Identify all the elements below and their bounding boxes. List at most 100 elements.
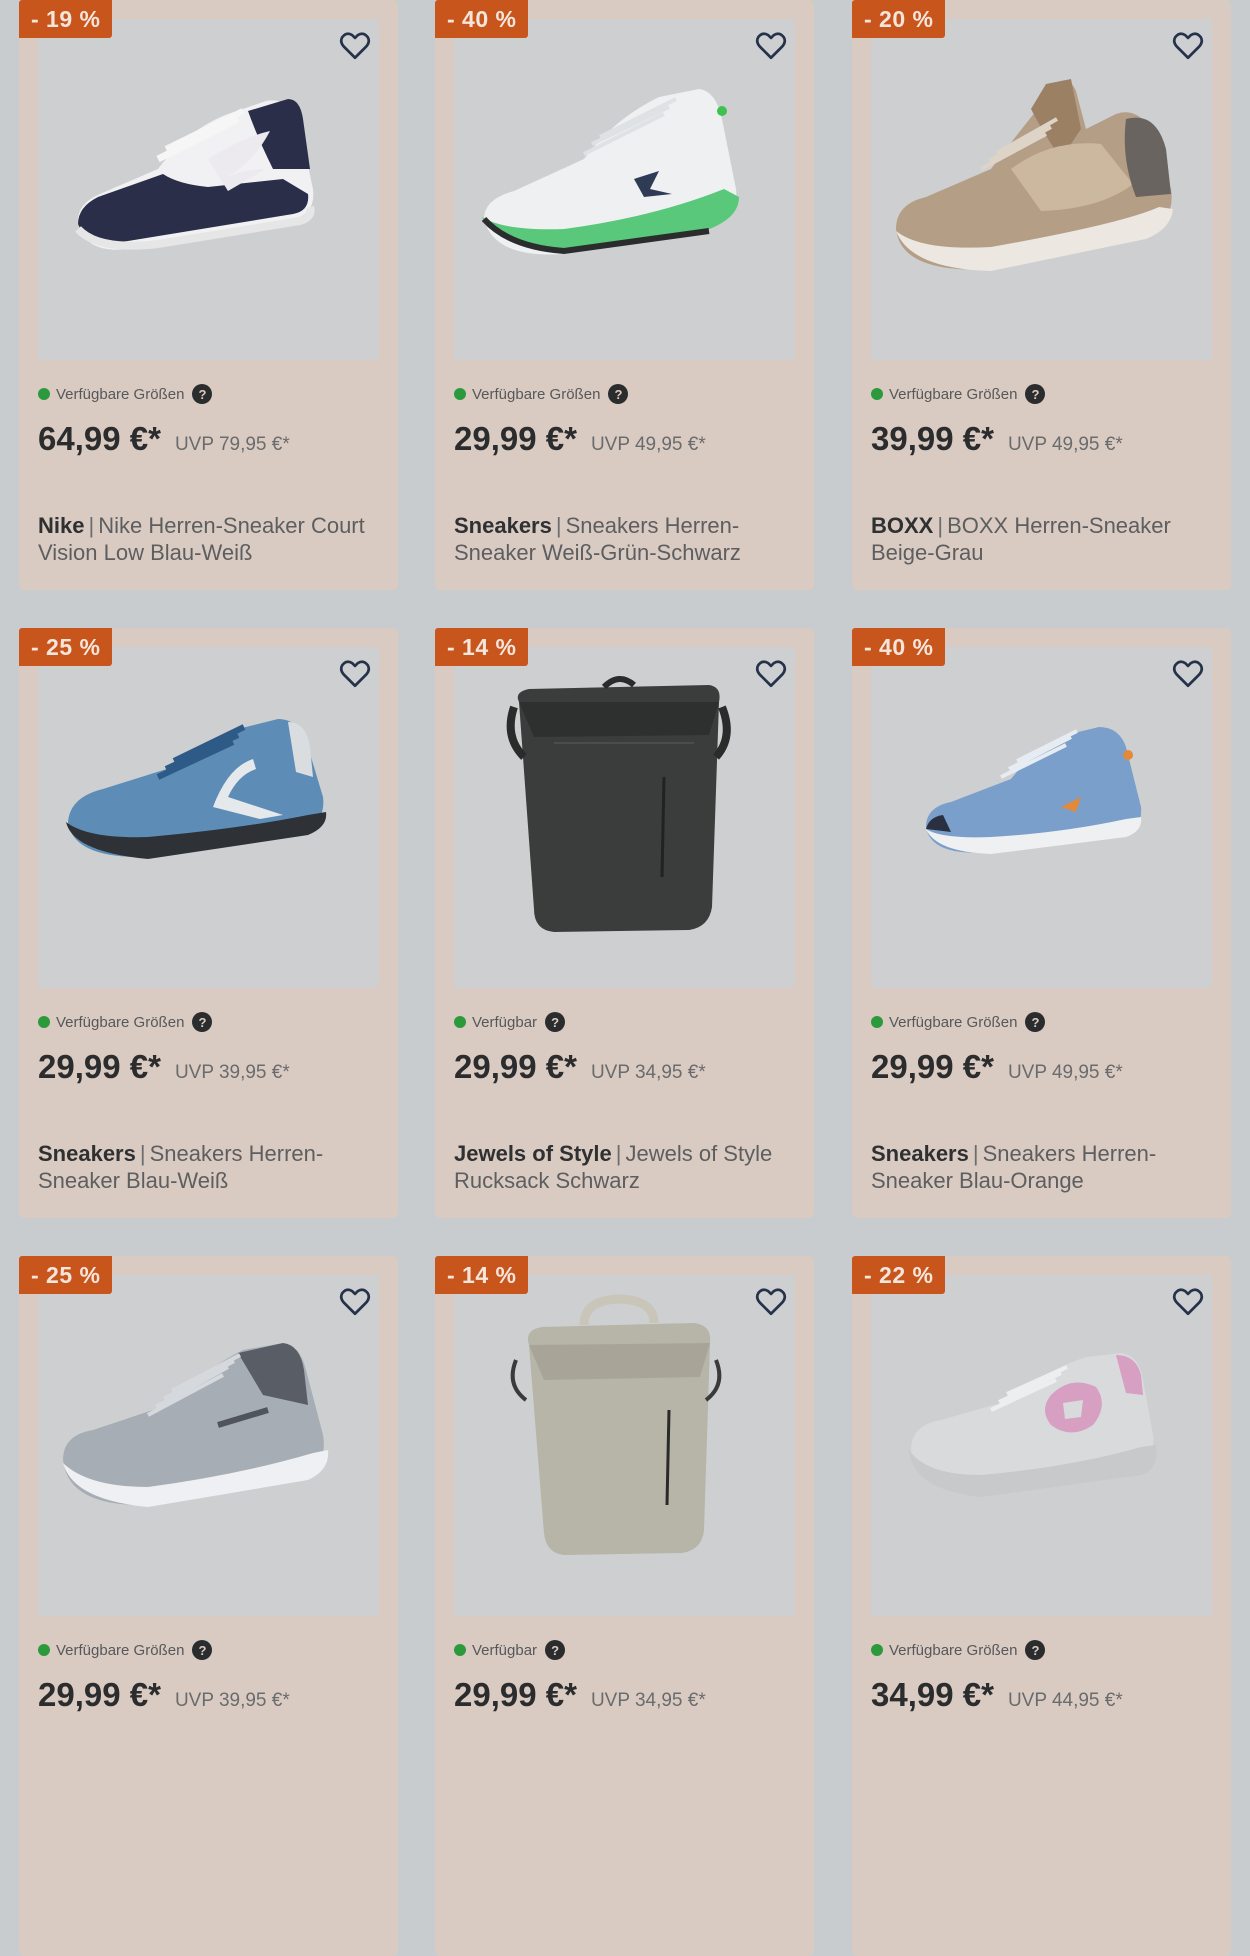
availability-status: Verfügbare Größen ?: [38, 384, 213, 404]
uvp-price: UVP 34,95 €*: [590, 1062, 706, 1083]
uvp-price: UVP 49,95 €*: [1007, 434, 1123, 455]
wishlist-heart-icon[interactable]: [338, 656, 372, 690]
discount-badge: - 40 %: [435, 0, 529, 38]
sale-price: 39,99 €*: [871, 420, 994, 457]
product-title-link[interactable]: Nike | Nike Herren-Sneaker Court Vision Lo…: [38, 512, 378, 566]
help-icon[interactable]: ?: [545, 1012, 566, 1032]
wishlist-heart-icon[interactable]: [338, 28, 372, 62]
product-card[interactable]: - 14 % Verfügbar ? 29,99 €* UVP 34,95 €*: [435, 1256, 814, 1956]
price-row: 29,99 €* UVP 34,95 €*: [454, 1048, 706, 1086]
product-image-sneaker-white-green[interactable]: [454, 19, 795, 360]
discount-badge: - 14 %: [435, 1256, 529, 1294]
availability-status: Verfügbare Größen ?: [454, 384, 629, 404]
wishlist-heart-icon[interactable]: [1171, 1284, 1205, 1318]
product-image-sneaker-blue-white[interactable]: [38, 647, 379, 988]
price-row: 29,99 €* UVP 49,95 €*: [871, 1048, 1123, 1086]
product-image-backpack-beige[interactable]: [454, 1275, 795, 1616]
title-separator: |: [937, 513, 944, 538]
sale-price: 29,99 €*: [454, 420, 577, 457]
uvp-price: UVP 49,95 €*: [1007, 1062, 1123, 1083]
help-icon[interactable]: ?: [545, 1640, 566, 1660]
product-title-link[interactable]: Sneakers | Sneakers Herren-Sneaker Blau-We…: [38, 1140, 378, 1194]
help-icon[interactable]: ?: [192, 1640, 213, 1660]
price-row: 29,99 €* UVP 39,95 €*: [38, 1676, 290, 1714]
product-title-link[interactable]: Sneakers | Sneakers Herren-Sneaker Weiß-Gr…: [454, 512, 794, 566]
product-card[interactable]: - 19 % Verfügbare Größen ? 64,99 €* UVP …: [19, 0, 398, 590]
sale-price: 29,99 €*: [38, 1676, 161, 1713]
help-icon[interactable]: ?: [1025, 1640, 1046, 1660]
help-icon[interactable]: ?: [192, 1012, 213, 1032]
product-brand: Sneakers: [38, 1141, 136, 1166]
product-image-sneaker-grey-pink[interactable]: [871, 1275, 1212, 1616]
availability-status: Verfügbare Größen ?: [871, 1012, 1046, 1032]
availability-status: Verfügbare Größen ?: [871, 1640, 1046, 1660]
product-card[interactable]: - 20 % Verfügbare Größen ? 39,99 €* UVP …: [852, 0, 1231, 590]
product-title-link[interactable]: BOXX | BOXX Herren-Sneaker Beige-Grau: [871, 512, 1211, 566]
wishlist-heart-icon[interactable]: [754, 1284, 788, 1318]
sale-price: 29,99 €*: [871, 1048, 994, 1085]
product-title-link[interactable]: Sneakers | Sneakers Herren-Sneaker Blau-Or…: [871, 1140, 1211, 1194]
availability-label: Verfügbare Größen: [472, 385, 601, 403]
price-row: 29,99 €* UVP 49,95 €*: [454, 420, 706, 458]
title-separator: |: [139, 1141, 146, 1166]
title-separator: |: [555, 513, 562, 538]
availability-label: Verfügbar: [472, 1013, 538, 1031]
product-image-sneaker-grey-knit[interactable]: [38, 1275, 379, 1616]
availability-label: Verfügbar: [472, 1641, 538, 1659]
product-brand: Nike: [38, 513, 85, 538]
wishlist-heart-icon[interactable]: [754, 656, 788, 690]
product-title-link[interactable]: Jewels of Style | Jewels of Style Rucksack…: [454, 1140, 794, 1194]
product-card[interactable]: - 22 % Verfügbare Größen ? 34,99 €* UVP …: [852, 1256, 1231, 1956]
wishlist-heart-icon[interactable]: [1171, 28, 1205, 62]
availability-status: Verfügbare Größen ?: [38, 1640, 213, 1660]
product-name: Nike Herren-Sneaker Court Vision Low Bla…: [38, 513, 365, 565]
wishlist-heart-icon[interactable]: [1171, 656, 1205, 690]
uvp-price: UVP 34,95 €*: [590, 1690, 706, 1711]
help-icon[interactable]: ?: [1025, 384, 1046, 404]
sale-price: 29,99 €*: [454, 1048, 577, 1085]
product-card[interactable]: - 40 % Verfügbare Größen ? 29,99 €* UVP …: [852, 628, 1231, 1218]
product-image-sneaker-navy-white[interactable]: [38, 19, 379, 360]
availability-label: Verfügbare Größen: [56, 385, 185, 403]
product-image-sneaker-beige-grey[interactable]: [871, 19, 1212, 360]
product-brand: Sneakers: [454, 513, 552, 538]
wishlist-heart-icon[interactable]: [338, 1284, 372, 1318]
availability-label: Verfügbare Größen: [56, 1013, 185, 1031]
help-icon[interactable]: ?: [192, 384, 213, 404]
product-brand: Sneakers: [871, 1141, 969, 1166]
discount-badge: - 40 %: [852, 628, 946, 666]
price-row: 29,99 €* UVP 39,95 €*: [38, 1048, 290, 1086]
available-dot-icon: [454, 1016, 466, 1028]
availability-status: Verfügbare Größen ?: [871, 384, 1046, 404]
help-icon[interactable]: ?: [608, 384, 629, 404]
discount-badge: - 25 %: [19, 1256, 113, 1294]
price-row: 34,99 €* UVP 44,95 €*: [871, 1676, 1123, 1714]
availability-status: Verfügbar ?: [454, 1012, 566, 1032]
uvp-price: UVP 39,95 €*: [174, 1062, 290, 1083]
available-dot-icon: [454, 388, 466, 400]
product-card[interactable]: - 25 % Verfügbare Größen ? 29,99 €* UVP …: [19, 1256, 398, 1956]
sale-price: 29,99 €*: [38, 1048, 161, 1085]
title-separator: |: [88, 513, 95, 538]
availability-label: Verfügbare Größen: [889, 1013, 1018, 1031]
availability-label: Verfügbare Größen: [889, 385, 1018, 403]
product-image-backpack-black[interactable]: [454, 647, 795, 988]
available-dot-icon: [454, 1644, 466, 1656]
availability-label: Verfügbare Größen: [889, 1641, 1018, 1659]
discount-badge: - 20 %: [852, 0, 946, 38]
product-brand: BOXX: [871, 513, 934, 538]
product-card[interactable]: - 14 % Verfügbar ? 29,99 €* UVP 34,95 €*…: [435, 628, 814, 1218]
uvp-price: UVP 79,95 €*: [174, 434, 290, 455]
wishlist-heart-icon[interactable]: [754, 28, 788, 62]
help-icon[interactable]: ?: [1025, 1012, 1046, 1032]
available-dot-icon: [871, 388, 883, 400]
product-card[interactable]: - 25 % Verfügbare Größen ? 29,99 €* UVP …: [19, 628, 398, 1218]
uvp-price: UVP 39,95 €*: [174, 1690, 290, 1711]
sale-price: 34,99 €*: [871, 1676, 994, 1713]
sale-price: 64,99 €*: [38, 420, 161, 457]
product-card[interactable]: - 40 % Verfügbare Größen ? 29,99 €* UVP …: [435, 0, 814, 590]
available-dot-icon: [38, 388, 50, 400]
availability-status: Verfügbar ?: [454, 1640, 566, 1660]
title-separator: |: [615, 1141, 622, 1166]
product-image-sneaker-blue-orange[interactable]: [871, 647, 1212, 988]
